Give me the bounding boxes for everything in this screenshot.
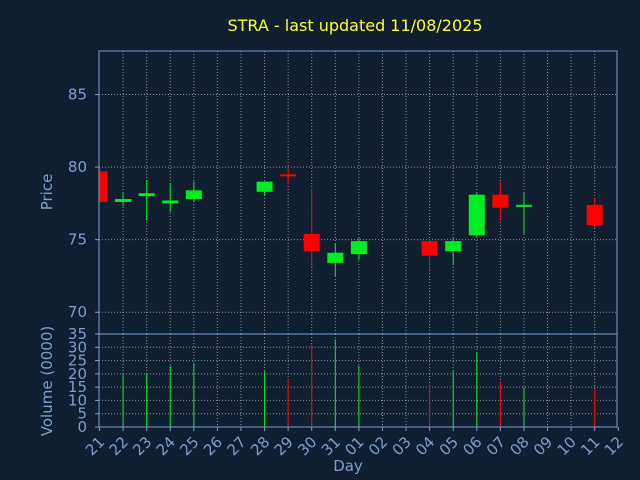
x-tick-label: 02 [365, 433, 391, 459]
x-tick-label: 04 [412, 433, 438, 459]
candle-body [586, 204, 603, 226]
x-axis: 2122232425262728293031010203040506070809… [82, 427, 627, 459]
price-axis-label: Price [38, 174, 56, 211]
price-tick-label: 85 [68, 86, 87, 104]
x-tick-label: 09 [530, 433, 556, 459]
candle-body [445, 241, 462, 252]
candle-body [350, 241, 367, 255]
candle-body [468, 194, 485, 236]
price-tick-label: 80 [68, 158, 87, 176]
price-tick-label: 70 [68, 303, 87, 321]
chart-title: STRA - last updated 11/08/2025 [227, 16, 482, 35]
volume-grid [99, 334, 617, 427]
candle-body [303, 233, 320, 252]
candle-body [515, 204, 532, 207]
x-tick-label: 23 [129, 433, 155, 459]
x-axis-label: Day [333, 457, 363, 475]
volume-tick-label: 35 [68, 325, 87, 343]
price-grid [99, 51, 617, 334]
x-tick-label: 11 [577, 433, 603, 459]
candle-body [327, 252, 344, 263]
x-tick-label: 01 [341, 433, 367, 459]
candle-body [100, 171, 108, 202]
x-tick-label: 26 [200, 433, 226, 459]
candle-body [256, 181, 273, 192]
price-tick-label: 75 [68, 231, 87, 249]
price-panel-frame [98, 50, 618, 335]
candlestick-chart: STRA - last updated 11/08/2025 70758085 … [38, 16, 627, 475]
volume-panel-frame [98, 333, 618, 428]
x-tick-label: 24 [153, 433, 179, 459]
x-tick-label: 30 [294, 433, 320, 459]
x-tick-label: 06 [459, 433, 485, 459]
x-tick-label: 07 [483, 433, 509, 459]
volume-axis-label: Volume (0000) [38, 326, 56, 436]
candle-body [115, 199, 132, 202]
candle-body [492, 194, 509, 208]
x-tick-label: 22 [106, 433, 132, 459]
x-tick-label: 10 [554, 433, 580, 459]
x-tick-label: 21 [82, 433, 108, 459]
candle-body [185, 190, 202, 200]
x-tick-label: 27 [224, 433, 250, 459]
x-tick-label: 08 [506, 433, 532, 459]
candle-body [162, 200, 179, 204]
x-tick-label: 03 [389, 433, 415, 459]
x-tick-label: 25 [176, 433, 202, 459]
candle-body [280, 174, 297, 177]
x-tick-label: 05 [436, 433, 462, 459]
price-axis: 70 75 80 85 [68, 86, 99, 321]
candle-body [138, 193, 155, 197]
x-tick-label: 29 [271, 433, 297, 459]
volume-axis: 05101520253035 [68, 325, 99, 436]
candles [99, 167, 603, 276]
x-tick-label: 12 [601, 433, 627, 459]
chart-canvas: STRA - last updated 11/08/2025 70 75 80 85 … [0, 0, 640, 480]
x-tick-label: 28 [247, 433, 273, 459]
candle-body [421, 241, 438, 256]
x-tick-label: 31 [318, 433, 344, 459]
